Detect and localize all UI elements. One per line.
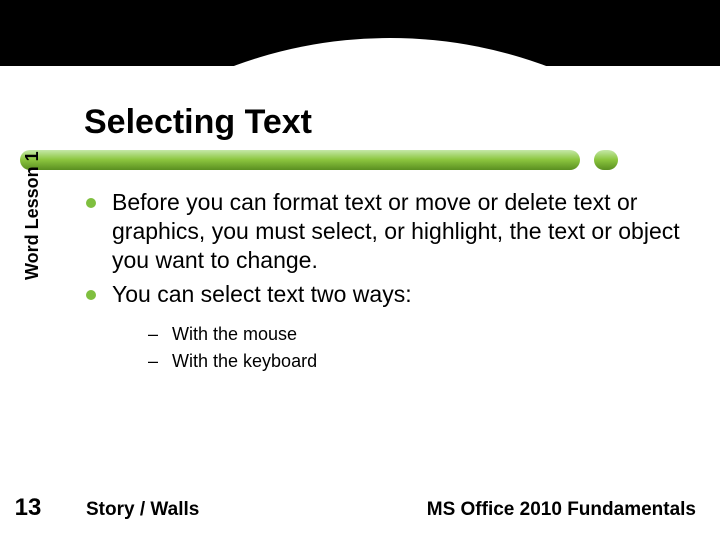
slide-body: Before you can format text or move or de… — [86, 188, 686, 378]
sub-bullet-dash-icon: – — [148, 323, 158, 346]
sidebar-lesson-label: Word Lesson 1 — [22, 151, 43, 280]
bullet-text: You can select text two ways: — [112, 280, 412, 309]
slide-title: Selecting Text — [84, 103, 312, 142]
bullet-item: You can select text two ways: — [86, 280, 686, 309]
sub-bullet-text: With the keyboard — [172, 350, 317, 373]
sub-bullet-list: – With the mouse – With the keyboard — [148, 323, 686, 374]
title-underline-dot — [594, 150, 618, 170]
sub-bullet-dash-icon: – — [148, 350, 158, 373]
bullet-text: Before you can format text or move or de… — [112, 188, 686, 274]
bullet-dot-icon — [86, 290, 96, 300]
bullet-dot-icon — [86, 198, 96, 208]
slide-footer: 13 Story / Walls MS Office 2010 Fundamen… — [0, 494, 720, 522]
footer-course-title: MS Office 2010 Fundamentals — [427, 499, 696, 521]
slide-number: 13 — [0, 494, 56, 522]
title-underline-bar — [20, 150, 580, 170]
sub-bullet-text: With the mouse — [172, 323, 297, 346]
sub-bullet-item: – With the mouse — [148, 323, 686, 346]
sub-bullet-item: – With the keyboard — [148, 350, 686, 373]
footer-authors: Story / Walls — [86, 499, 199, 521]
bullet-item: Before you can format text or move or de… — [86, 188, 686, 274]
